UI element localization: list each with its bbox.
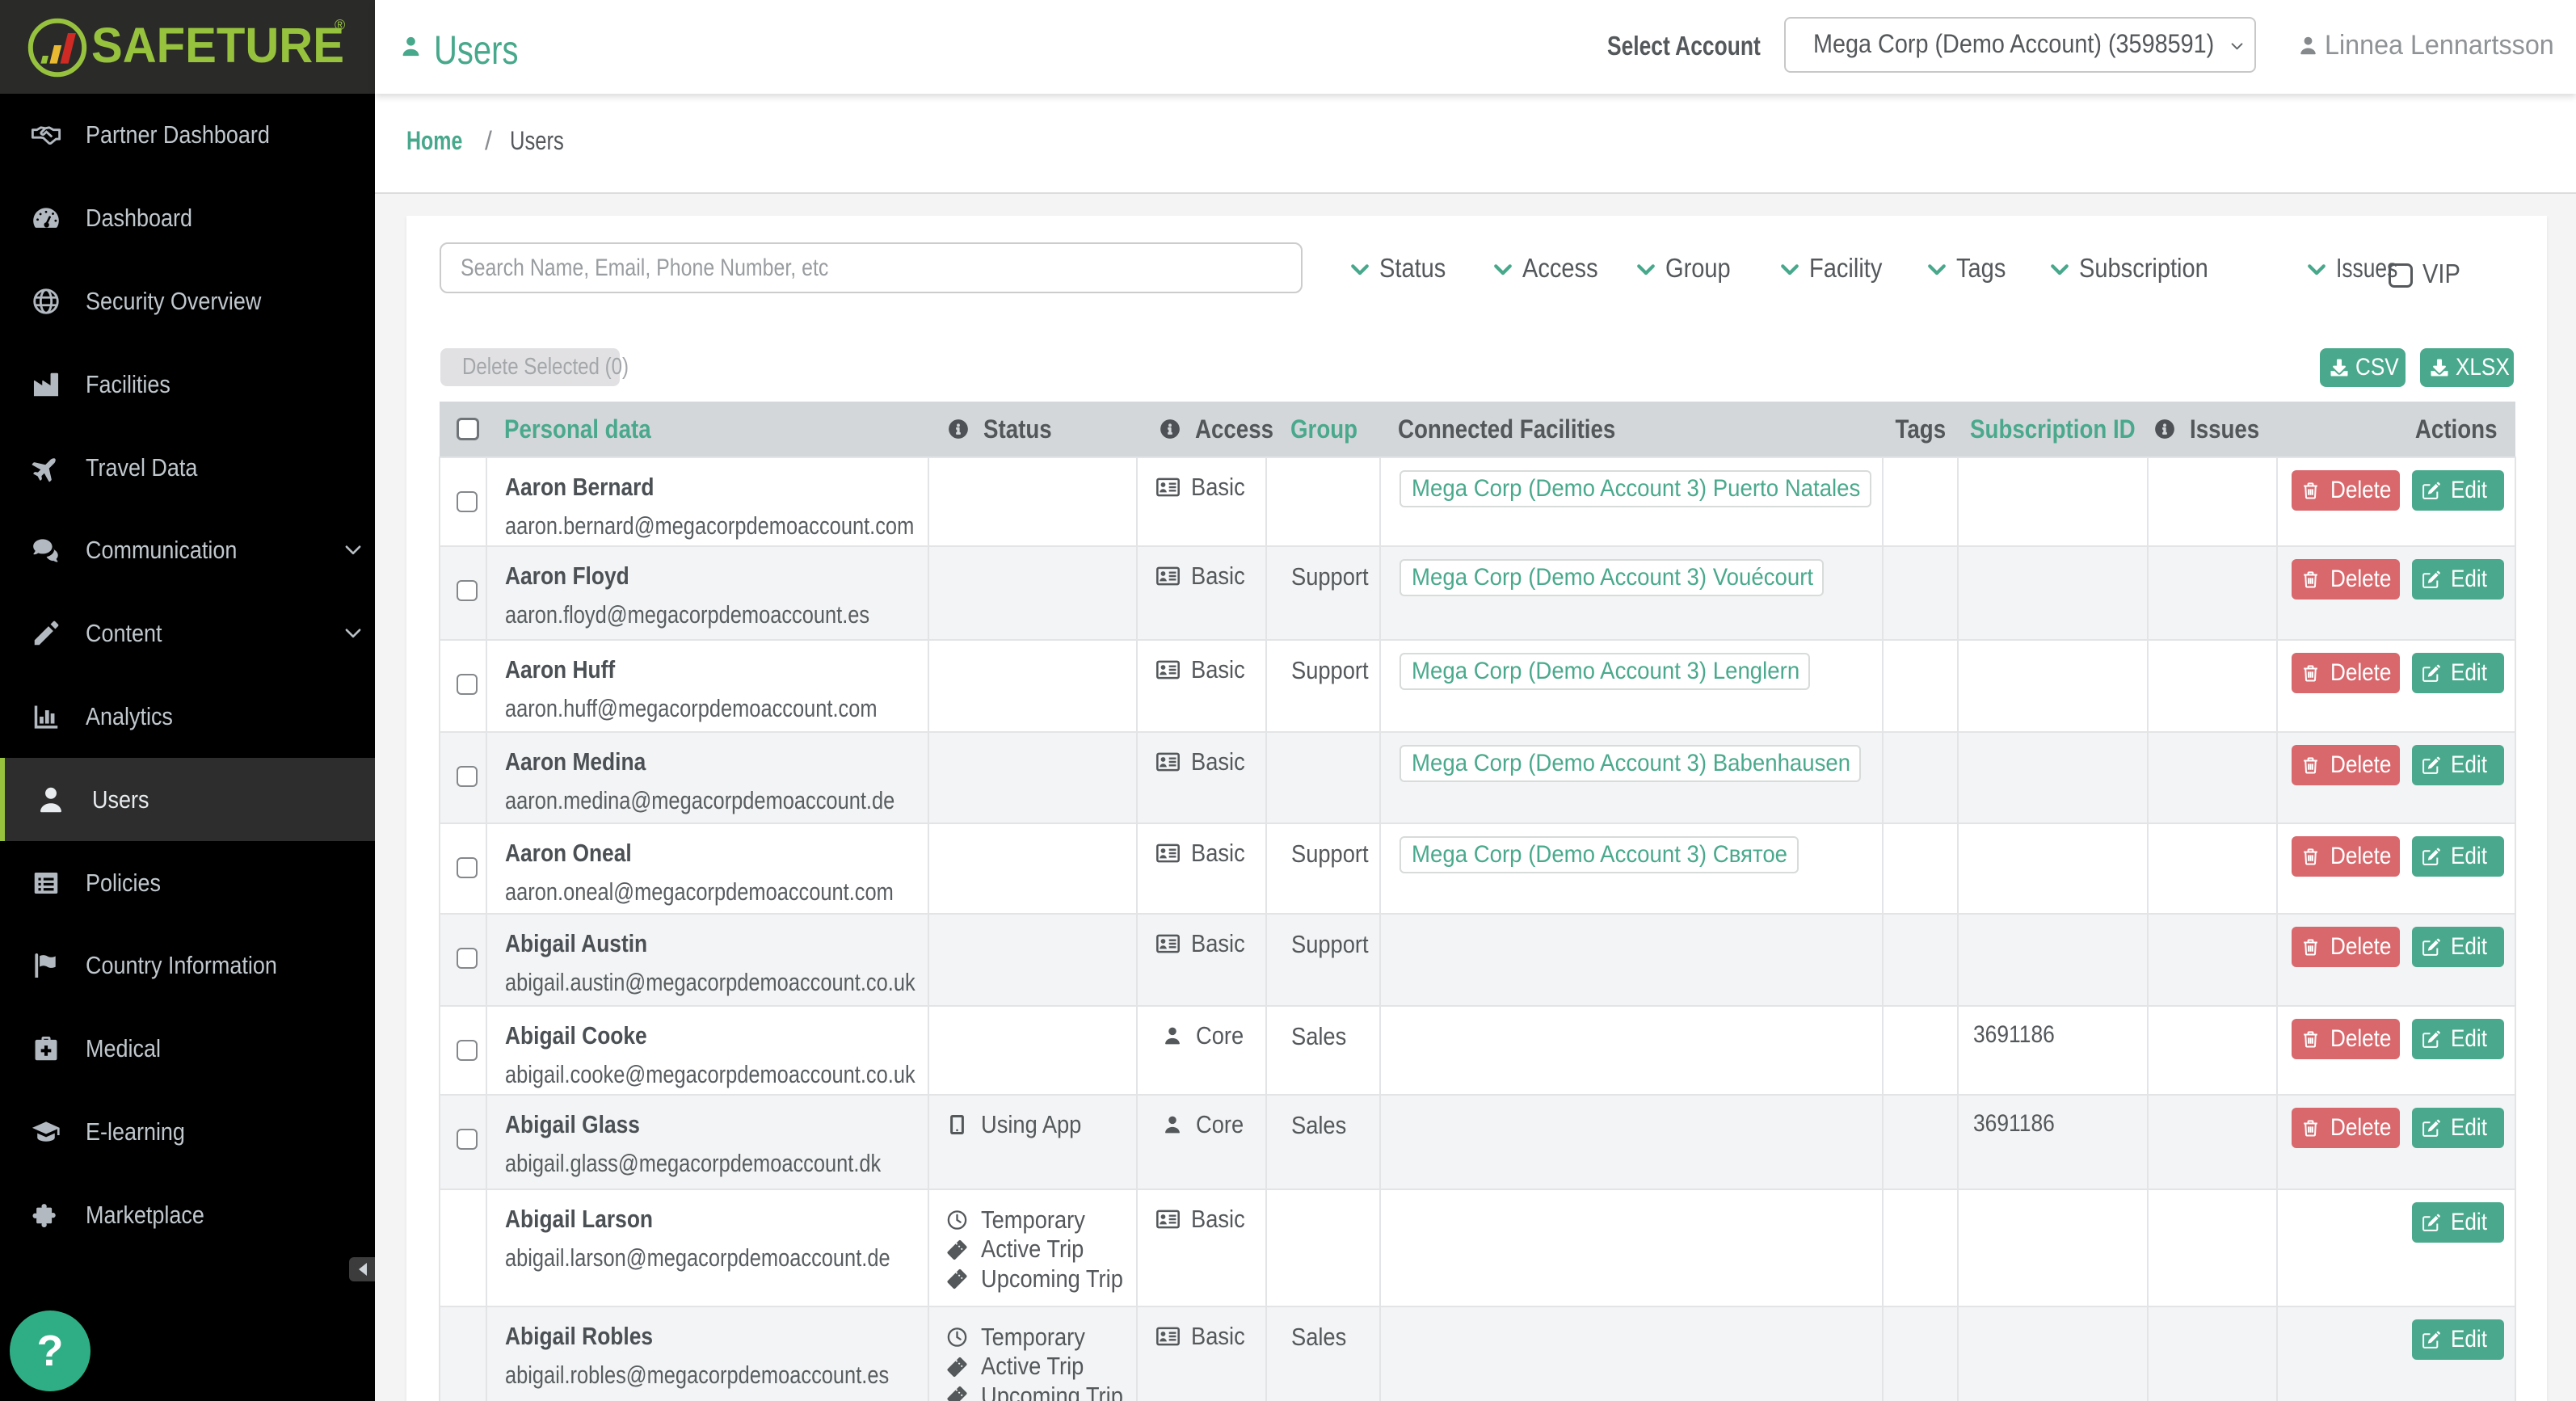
svg-text:®: ® [335, 17, 345, 33]
svg-text:SAFETURE: SAFETURE [91, 18, 344, 73]
